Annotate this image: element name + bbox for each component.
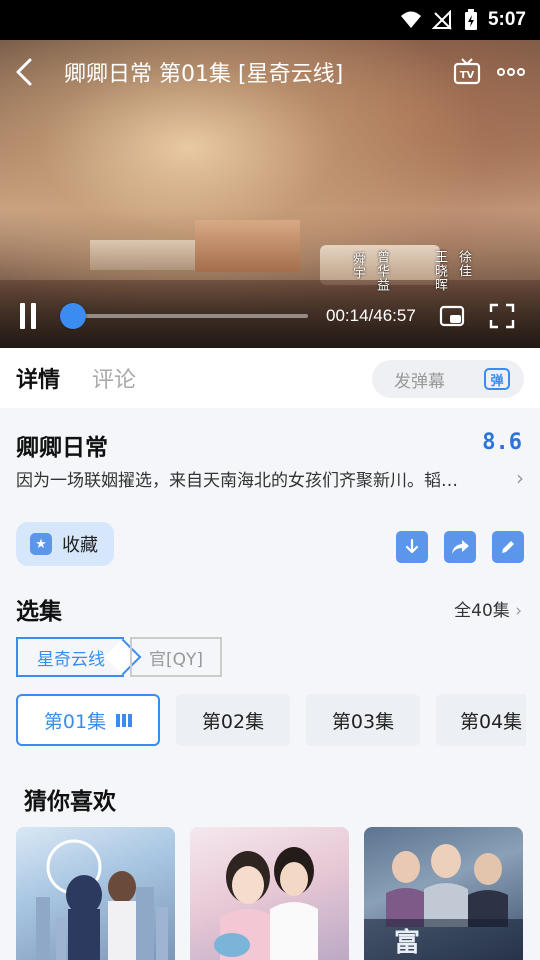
wifi-icon: [400, 11, 421, 28]
episode-label: 第01集: [43, 710, 107, 733]
player-controls: 00:14/46:57: [0, 284, 540, 348]
danmaku-icon[interactable]: 弹: [484, 368, 510, 390]
chevron-right-icon[interactable]: ›: [516, 466, 524, 490]
show-description[interactable]: 因为一场联姻擢选，来自天南海北的女孩们齐聚新川。韬…: [16, 466, 496, 491]
no-signal-icon: [431, 10, 452, 30]
episode-list: 第01集 第02集 第03集 第04集: [16, 694, 526, 746]
credit-text: 舜宇: [350, 252, 365, 280]
poster-thumbnail[interactable]: [190, 827, 349, 960]
show-title: 卿卿日常: [16, 435, 108, 461]
episode-item[interactable]: 第04集: [436, 694, 526, 746]
time-display: 00:14/46:57: [326, 306, 416, 325]
fullscreen-icon[interactable]: [488, 302, 516, 330]
share-button[interactable]: [444, 531, 476, 563]
source-tab-active[interactable]: 星奇云线: [16, 637, 142, 677]
tab-details[interactable]: 详情: [16, 362, 60, 394]
progress-bar[interactable]: [60, 303, 308, 329]
pause-icon: [20, 303, 25, 329]
edit-button[interactable]: [492, 531, 524, 563]
more-icon[interactable]: [496, 57, 526, 87]
credit-text: 徐佳: [456, 250, 471, 278]
playing-icon: [116, 713, 133, 727]
poster-thumbnail[interactable]: [16, 827, 175, 960]
progress-knob[interactable]: [60, 303, 87, 329]
scene-element: [90, 240, 200, 270]
recommend-list: 富: [16, 827, 523, 960]
download-icon: [405, 538, 419, 554]
svg-text:富: 富: [394, 927, 420, 958]
video-title: 卿卿日常 第01集 [星奇云线]: [64, 62, 344, 87]
pause-button[interactable]: [20, 303, 44, 329]
pencil-icon: [502, 541, 514, 553]
status-bar: 5:07: [0, 0, 540, 40]
danmaku-placeholder: 发弹幕: [394, 371, 445, 392]
status-time: 5:07: [487, 9, 526, 30]
favorite-button[interactable]: ★ 收藏: [16, 522, 114, 566]
episodes-total: 全40集: [454, 601, 510, 621]
scene-element: [195, 220, 300, 272]
chevron-right-icon: ›: [515, 601, 522, 621]
back-button[interactable]: [14, 54, 50, 90]
content-tabs: 详情 评论 发弹幕 弹: [0, 348, 540, 408]
poster-art: [214, 847, 318, 960]
danmaku-input[interactable]: 发弹幕 弹: [372, 360, 524, 398]
chevron-left-icon: [16, 58, 32, 86]
favorite-label: 收藏: [62, 535, 98, 556]
source-label: 星奇云线: [37, 649, 105, 670]
pip-icon[interactable]: [438, 302, 466, 330]
episode-item[interactable]: 第01集: [16, 694, 160, 746]
share-icon: [452, 540, 469, 554]
recommend-header: 猜你喜欢: [24, 789, 116, 815]
episode-item[interactable]: 第03集: [306, 694, 420, 746]
rating-score: 8.6: [482, 430, 522, 455]
episodes-total-link[interactable]: 全40集 ›: [454, 596, 522, 621]
video-player[interactable]: 徐佳 王晓晖 曾华益 舜宇 卿卿日常 第01集 [星奇云线] TV 00:14/…: [0, 40, 540, 348]
pause-icon: [31, 303, 36, 329]
download-button[interactable]: [396, 531, 428, 563]
source-tab[interactable]: 官[QY]: [130, 637, 222, 677]
star-icon: ★: [30, 533, 52, 555]
battery-charging-icon: [464, 9, 477, 30]
episodes-header: 选集: [16, 599, 62, 625]
tab-comments[interactable]: 评论: [92, 362, 136, 394]
poster-art: 富: [364, 844, 523, 960]
poster-art: [36, 839, 168, 960]
svg-text:TV: TV: [460, 70, 475, 81]
source-tabs: 星奇云线 官[QY]: [16, 637, 222, 677]
episode-item[interactable]: 第02集: [176, 694, 290, 746]
tv-cast-icon[interactable]: TV: [452, 57, 482, 87]
poster-thumbnail[interactable]: 富: [364, 827, 523, 960]
player-top-bar: 卿卿日常 第01集 [星奇云线] TV: [0, 40, 540, 104]
